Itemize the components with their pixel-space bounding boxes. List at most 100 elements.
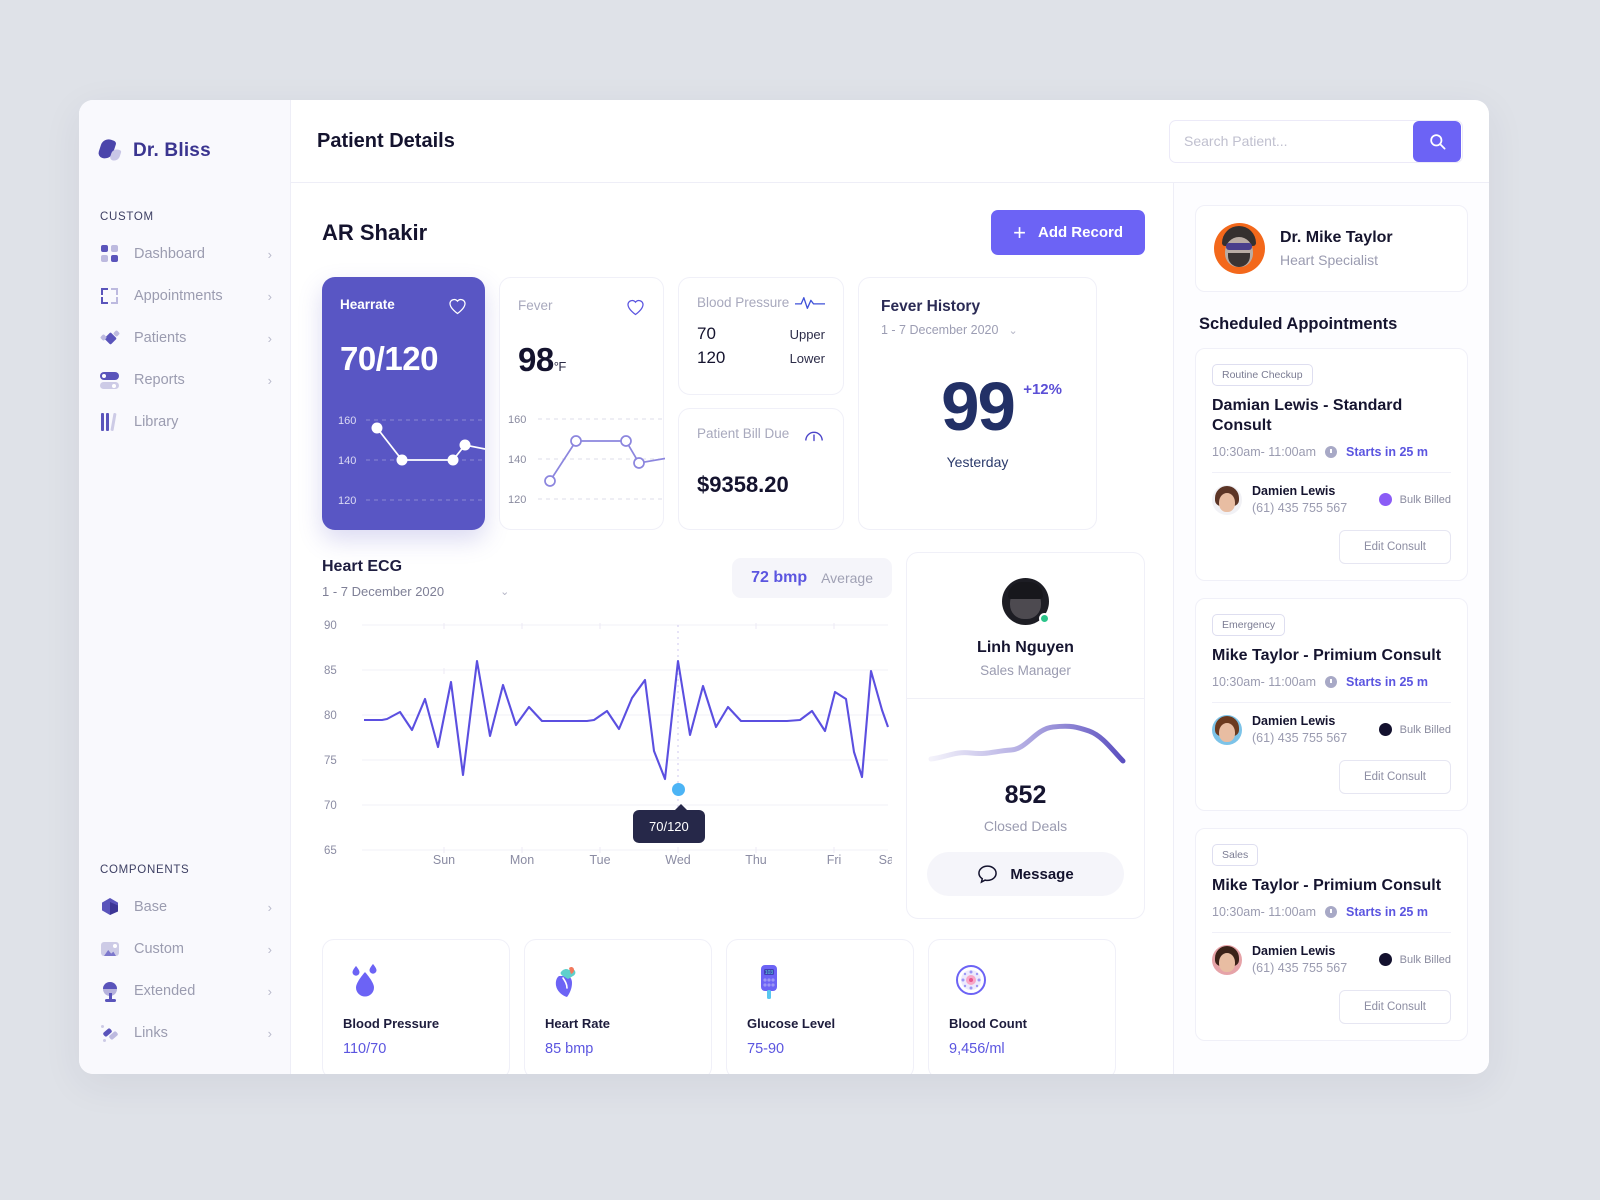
tick-140: 140 <box>338 455 356 467</box>
message-button[interactable]: Message <box>927 852 1124 896</box>
tick-120: 120 <box>508 494 526 506</box>
sidebar-item-reports[interactable]: Reports › <box>79 359 290 401</box>
bp-row-lower: 120 Lower <box>697 348 825 368</box>
sidebar-item-label: Extended <box>134 983 196 999</box>
avatar <box>1214 223 1265 274</box>
chevron-right-icon: › <box>267 372 272 388</box>
chevron-down-icon: ⌄ <box>500 586 510 598</box>
patient-phone: (61) 435 755 567 <box>1252 501 1348 515</box>
ecg-date-select[interactable]: 1 - 7 December 2020 ⌄ <box>322 584 509 599</box>
fever-title: Fever <box>518 298 553 313</box>
sidebar-item-label: Base <box>134 899 168 915</box>
chevron-right-icon: › <box>267 330 272 346</box>
sidebar-item-label: Appointments <box>134 288 223 304</box>
chevron-right-icon: › <box>267 983 272 999</box>
chevron-right-icon: › <box>267 1025 272 1041</box>
avatar <box>1212 714 1242 745</box>
ecg-highlight-dot[interactable] <box>672 783 685 796</box>
doctor-card[interactable]: Dr. Mike Taylor Heart Specialist <box>1195 205 1468 292</box>
fever-history-date-select[interactable]: 1 - 7 December 2020 ⌄ <box>881 323 1074 337</box>
divider <box>1212 932 1451 933</box>
heartrate-card[interactable]: Hearrate 70/120 160 140 120 <box>322 277 491 530</box>
clock-icon <box>1325 676 1337 688</box>
search-input[interactable] <box>1170 120 1413 162</box>
sidebar-item-dashboard[interactable]: Dashboard › <box>79 233 290 275</box>
page-title: Patient Details <box>317 129 455 152</box>
status-badge: Sales <box>1212 844 1259 866</box>
patient-row: Damien Lewis (61) 435 755 567 Bulk Bille… <box>1212 944 1451 975</box>
metric-value: 75-90 <box>747 1041 785 1057</box>
heart-icon[interactable] <box>448 297 467 315</box>
appointment-card-1[interactable]: Routine Checkup Damian Lewis - Standard … <box>1195 348 1468 581</box>
tick-120: 120 <box>338 495 356 507</box>
patient-bill-card[interactable]: Patient Bill Due $9358.20 <box>678 408 844 530</box>
appointment-card-2[interactable]: Emergency Mike Taylor - Primium Consult … <box>1195 598 1468 811</box>
bp-lower-value: 120 <box>697 348 726 367</box>
bp-upper-value: 70 <box>697 324 716 343</box>
appointment-starts: Starts in 25 m <box>1346 675 1428 689</box>
sidebar-item-library[interactable]: Library <box>79 401 290 443</box>
appointment-card-3[interactable]: Sales Mike Taylor - Primium Consult 10:3… <box>1195 828 1468 1041</box>
fever-unit: °F <box>553 359 567 374</box>
scheduled-appointments-title: Scheduled Appointments <box>1199 315 1398 333</box>
appointment-starts: Starts in 25 m <box>1346 905 1428 919</box>
chevron-right-icon: › <box>267 941 272 957</box>
fever-history-card[interactable]: Fever History 1 - 7 December 2020 ⌄ +12%… <box>858 277 1097 530</box>
divider <box>1212 702 1451 703</box>
gauge-icon <box>805 431 823 442</box>
sidebar-item-links[interactable]: Links › <box>79 1012 290 1054</box>
grid-icon <box>100 244 120 264</box>
metric-card-glucose-level[interactable]: 103 Glucose Level 75-90 <box>726 939 914 1074</box>
metrics-row: Blood Pressure 110/70 Heart Rate 85 bmp … <box>322 939 1145 1074</box>
ytick-65: 65 <box>324 845 337 857</box>
edit-consult-button[interactable]: Edit Consult <box>1338 530 1451 564</box>
doctor-info: Dr. Mike Taylor Heart Specialist <box>1280 229 1393 268</box>
patient-name: Damien Lewis <box>1252 944 1336 958</box>
bp-bill-column: Blood Pressure 70 Upper 120 Lower Patien… <box>678 277 844 530</box>
search-bar[interactable] <box>1169 119 1463 163</box>
search-button[interactable] <box>1413 120 1461 162</box>
metric-card-blood-count[interactable]: Blood Count 9,456/ml <box>928 939 1116 1074</box>
xtick-mon: Mon <box>510 853 534 865</box>
edit-consult-button[interactable]: Edit Consult <box>1338 760 1451 794</box>
patient-name: AR Shakir <box>322 219 428 245</box>
patient-info: Damien Lewis (61) 435 755 567 <box>1252 484 1347 515</box>
status-badge: Routine Checkup <box>1212 364 1313 386</box>
bp-row-upper: 70 Upper <box>697 324 825 344</box>
billing-label: Bulk Billed <box>1399 493 1451 506</box>
brand[interactable]: Dr. Bliss <box>79 130 290 163</box>
metric-card-blood-pressure[interactable]: Blood Pressure 110/70 <box>322 939 510 1074</box>
ecg-header: Heart ECG 1 - 7 December 2020 ⌄ 72 bmp A… <box>322 558 892 599</box>
sidebar-item-custom[interactable]: Custom › <box>79 928 290 970</box>
message-label: Message <box>1010 865 1074 883</box>
sidebar-item-appointments[interactable]: Appointments › <box>79 275 290 317</box>
sidebar-item-patients[interactable]: Patients › <box>79 317 290 359</box>
blood-pressure-card[interactable]: Blood Pressure 70 Upper 120 Lower <box>678 277 844 395</box>
metric-card-heart-rate[interactable]: Heart Rate 85 bmp <box>524 939 712 1074</box>
image-icon <box>100 939 120 959</box>
xtick-thu: Thu <box>745 853 767 865</box>
appointment-title: Damian Lewis - Standard Consult <box>1212 397 1403 434</box>
doctor-name: Dr. Mike Taylor <box>1280 229 1393 246</box>
sidebar-item-extended[interactable]: Extended › <box>79 970 290 1012</box>
billing-status: Bulk Billed <box>1378 493 1451 506</box>
ecg-chart: 90 85 80 75 70 65 Sun Mon Tue Wed Thu Fr… <box>324 620 898 867</box>
svg-text:103: 103 <box>765 970 774 976</box>
patient-name: Damien Lewis <box>1252 714 1336 728</box>
link-icon <box>100 1023 120 1043</box>
heart-organ-icon <box>545 960 691 1006</box>
bpm-value: 72 bmp <box>751 569 808 586</box>
sidebar-item-label: Library <box>134 414 179 430</box>
sidebar-item-base[interactable]: Base › <box>79 886 290 928</box>
xtick-fri: Fri <box>827 853 842 865</box>
heart-icon[interactable] <box>626 298 645 316</box>
add-record-button[interactable]: + Add Record <box>991 210 1145 255</box>
patient-bill-title: Patient Bill Due <box>697 426 790 441</box>
edit-consult-button[interactable]: Edit Consult <box>1338 990 1451 1024</box>
appointment-meta: 10:30am- 11:00am Starts in 25 m <box>1212 675 1451 689</box>
billing-dot-icon <box>1378 723 1392 736</box>
toggle-icon <box>100 370 120 390</box>
fever-card[interactable]: Fever 98°F 160 140 120 <box>499 277 669 530</box>
tick-160: 160 <box>338 415 356 427</box>
divider <box>1212 472 1451 473</box>
